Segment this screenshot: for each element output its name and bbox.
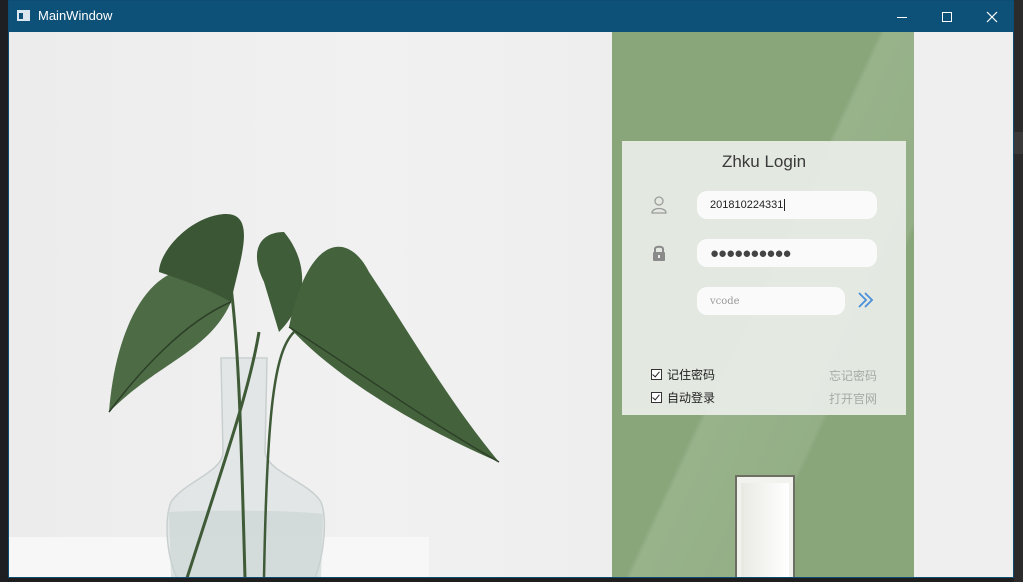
open-website-link[interactable]: 打开官网	[829, 390, 877, 407]
maximize-button[interactable]	[924, 1, 970, 32]
auto-login-label: 自动登录	[667, 391, 716, 405]
close-button[interactable]	[969, 1, 1013, 32]
app-window-icon	[17, 10, 30, 21]
background-window-edge	[1014, 0, 1023, 582]
checkbox-checked-icon	[651, 392, 662, 403]
remember-password-label: 记住密码	[667, 368, 716, 382]
maximize-icon	[942, 11, 952, 22]
username-value: 201810224331	[710, 199, 784, 211]
minimize-icon	[897, 16, 907, 18]
window-title: MainWindow	[38, 8, 113, 23]
close-icon	[986, 11, 998, 22]
password-input[interactable]: ●●●●●●●●●●	[697, 239, 877, 267]
login-card: Zhku Login 201810224331 ●●●●●●●●●● vcode…	[622, 141, 906, 415]
background-editor-strip	[0, 0, 8, 582]
login-submit-button[interactable]	[855, 289, 877, 311]
minimize-button[interactable]	[879, 1, 925, 32]
remember-password-checkbox[interactable]: 记住密码	[651, 366, 715, 383]
username-input[interactable]: 201810224331	[697, 191, 877, 219]
login-heading: Zhku Login	[721, 152, 807, 171]
forgot-password-link[interactable]: 忘记密码	[829, 367, 877, 384]
plant-in-vase-image	[9, 32, 613, 577]
checkbox-checked-icon	[651, 369, 662, 380]
auto-login-checkbox[interactable]: 自动登录	[651, 389, 715, 406]
right-background	[914, 32, 1013, 577]
text-caret	[784, 199, 786, 211]
vcode-input[interactable]: vcode	[697, 287, 845, 315]
user-icon	[649, 195, 669, 215]
main-window: MainWindow Zhku Login 201810224331 ●●●●●…	[8, 0, 1014, 578]
vcode-placeholder: vcode	[710, 295, 740, 307]
door-illustration	[735, 475, 795, 577]
double-chevron-right-icon	[858, 292, 874, 308]
title-bar[interactable]: MainWindow	[9, 1, 1013, 32]
lock-icon	[649, 243, 669, 263]
background-tab	[1014, 132, 1023, 154]
window-client-area: Zhku Login 201810224331 ●●●●●●●●●● vcode…	[9, 32, 1013, 577]
